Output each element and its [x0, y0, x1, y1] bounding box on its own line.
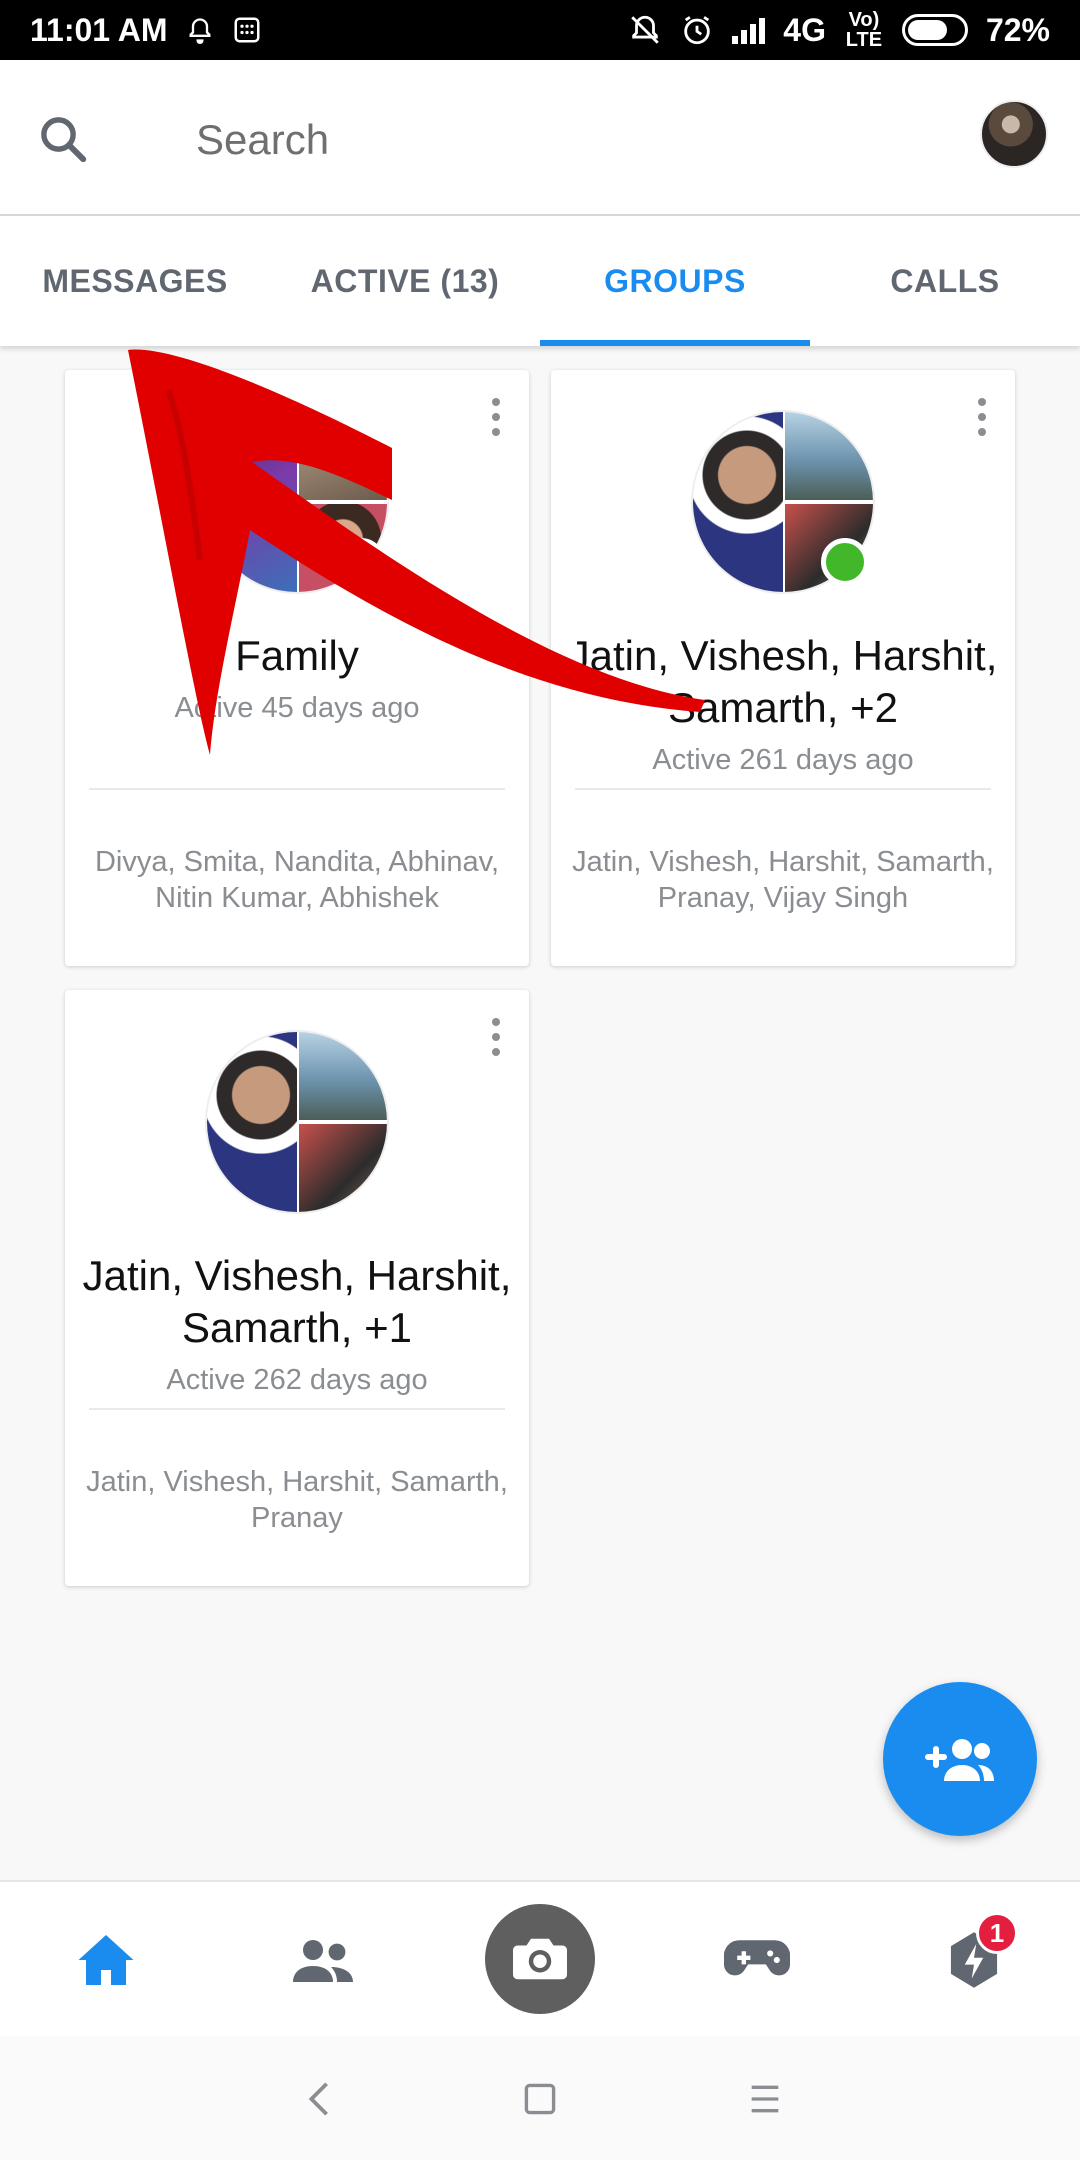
mute-icon — [631, 15, 660, 44]
battery-icon — [901, 14, 968, 46]
nav-games[interactable] — [717, 1920, 797, 2000]
bottom-navigation — [0, 1880, 1080, 2036]
menu-icon — [751, 2085, 779, 2113]
tab-active[interactable]: ACTIVE (13) — [270, 216, 540, 346]
tab-groups[interactable]: GROUPS — [540, 216, 810, 346]
group-title: Jatin, Vishesh, Harshit, Samarth, +1 — [82, 1252, 512, 1351]
battery-percent: 72% — [985, 11, 1050, 48]
system-navigation-bar — [0, 2036, 1080, 2160]
back-icon — [308, 2082, 328, 2116]
notification-bell-icon — [189, 18, 211, 45]
nav-people[interactable] — [283, 1920, 363, 2000]
tab-calls[interactable]: CALLS — [810, 216, 1080, 346]
group-photo — [205, 1030, 389, 1214]
home-icon — [78, 1935, 134, 1985]
add-people-icon — [925, 1739, 994, 1781]
online-status-dot — [337, 538, 385, 586]
games-icon — [724, 1940, 790, 1976]
volte-indicator: Vo) LTE — [845, 9, 883, 51]
group-members: Divya, Smita, Nandita, Abhinav, Nitin Ku… — [94, 846, 500, 914]
more-options-icon[interactable] — [481, 1012, 511, 1062]
more-options-icon[interactable] — [967, 392, 997, 442]
more-options-icon[interactable] — [481, 392, 511, 442]
group-card-jatin-plus2[interactable]: Jatin, Vishesh, Harshit, Samarth, +2 Act… — [551, 370, 1015, 966]
menu-system-button[interactable] — [740, 2074, 790, 2124]
home-system-button[interactable] — [515, 2074, 565, 2124]
group-card-family[interactable]: Family Active 45 days ago Divya, Smita, … — [65, 370, 529, 966]
search-header — [0, 60, 1080, 216]
notification-badge: 1 — [976, 1912, 1018, 1954]
group-card-jatin-plus1[interactable]: Jatin, Vishesh, Harshit, Samarth, +1 Act… — [65, 990, 529, 1586]
group-title: Family — [235, 632, 359, 679]
profile-avatar[interactable] — [980, 100, 1048, 168]
card-divider — [89, 788, 505, 790]
card-divider — [575, 788, 991, 790]
square-icon — [524, 2083, 556, 2115]
calculator-app-icon — [234, 17, 260, 43]
group-active-time: Active 261 days ago — [652, 744, 914, 776]
back-button[interactable] — [294, 2074, 344, 2124]
search-input[interactable] — [196, 112, 896, 168]
camera-button[interactable] — [485, 1904, 595, 2014]
group-title: Jatin, Vishesh, Harshit, Samarth, +2 — [568, 632, 998, 731]
people-icon — [293, 1940, 353, 1982]
card-divider — [89, 1408, 505, 1410]
online-status-dot — [821, 538, 869, 586]
tab-messages[interactable]: MESSAGES — [0, 216, 270, 346]
status-time: 11:01 AM — [30, 11, 168, 48]
tab-bar: MESSAGES ACTIVE (13) GROUPS CALLS — [0, 216, 1080, 346]
search-icon[interactable] — [36, 112, 90, 166]
nav-home[interactable] — [66, 1920, 146, 2000]
alarm-icon — [684, 16, 711, 45]
create-group-button[interactable] — [883, 1682, 1037, 1836]
signal-strength-icon — [732, 16, 766, 44]
group-members: Jatin, Vishesh, Harshit, Samarth, Pranay… — [572, 846, 994, 914]
group-active-time: Active 45 days ago — [174, 692, 420, 724]
network-type: 4G — [783, 11, 826, 48]
group-members: Jatin, Vishesh, Harshit, Samarth, Pranay — [86, 1466, 508, 1534]
status-bar: 11:01 AM 4G Vo) LTE 72% — [0, 0, 1080, 60]
camera-icon — [513, 1938, 567, 1980]
group-active-time: Active 262 days ago — [166, 1364, 428, 1396]
